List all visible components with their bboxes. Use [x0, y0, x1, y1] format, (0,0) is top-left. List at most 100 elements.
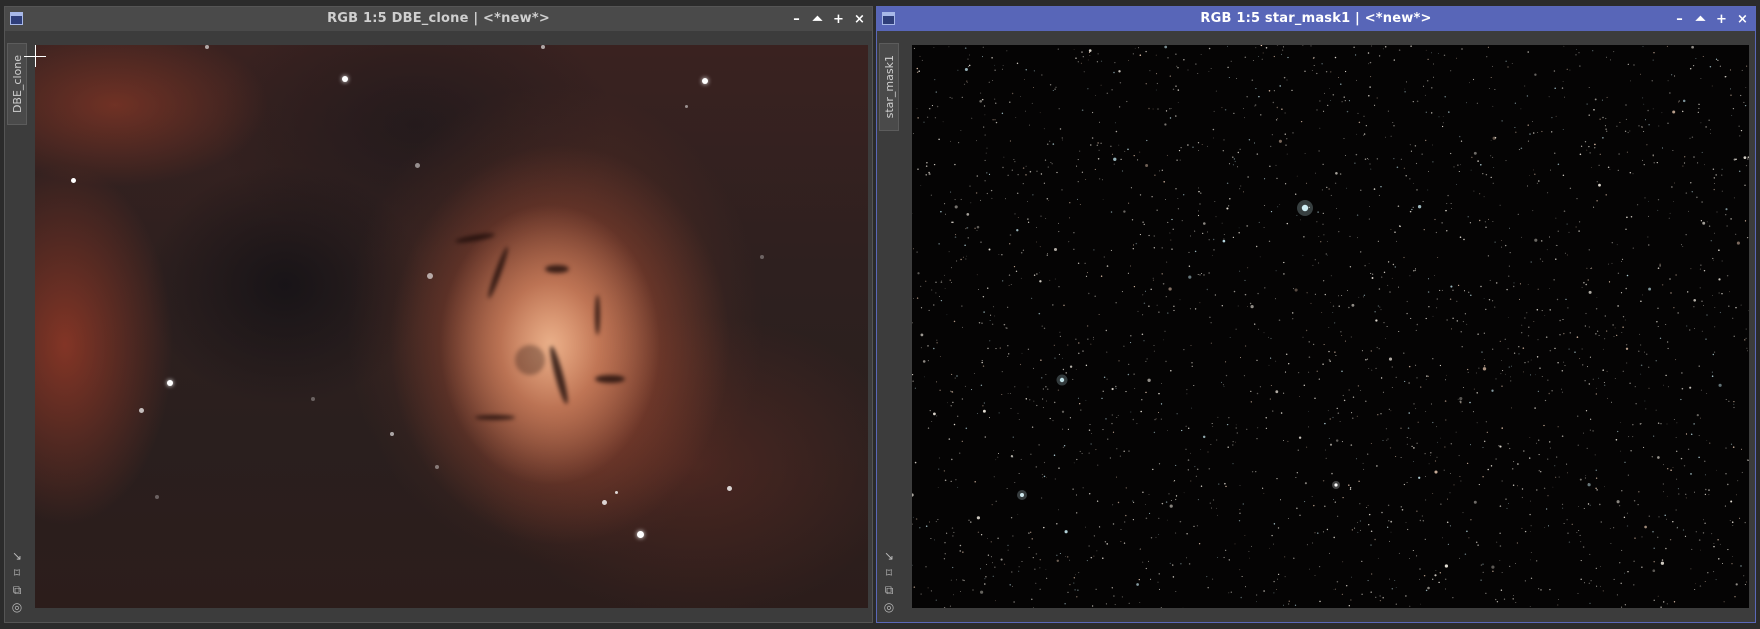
star	[1666, 341, 1669, 343]
fit-view-icon[interactable]: ⌑	[10, 566, 24, 580]
star	[1304, 70, 1306, 73]
star	[1235, 424, 1237, 426]
titlebar[interactable]: RGB 1:5 star_mask1 | <*new*> – ⏶ + ×	[877, 7, 1755, 31]
star	[1106, 92, 1109, 95]
star	[1014, 213, 1016, 215]
new-window-icon[interactable]: ⧉	[882, 583, 896, 597]
star	[1589, 418, 1592, 420]
star	[1093, 535, 1095, 537]
image-window-star-mask1[interactable]: RGB 1:5 star_mask1 | <*new*> – ⏶ + × sta…	[876, 6, 1756, 623]
star	[1411, 445, 1413, 448]
star	[1111, 89, 1113, 91]
star	[1693, 298, 1697, 302]
arrow-tool-icon[interactable]: ↘	[10, 549, 24, 563]
target-icon[interactable]: ◎	[10, 600, 24, 614]
arrow-tool-icon[interactable]: ↘	[882, 549, 896, 563]
star	[1009, 234, 1012, 236]
star	[1460, 331, 1462, 333]
star	[1378, 348, 1380, 350]
star	[1400, 427, 1402, 429]
star	[1662, 483, 1664, 485]
star	[1371, 45, 1372, 47]
star	[1247, 267, 1249, 269]
fit-view-icon[interactable]: ⌑	[882, 566, 896, 580]
star	[1735, 583, 1738, 586]
star	[1589, 602, 1591, 605]
star	[1407, 528, 1409, 531]
star	[1308, 410, 1309, 412]
star	[1588, 290, 1592, 294]
star	[1344, 100, 1346, 102]
star	[1328, 350, 1330, 353]
window-icon[interactable]	[10, 12, 23, 25]
star	[1739, 517, 1741, 519]
star	[1586, 267, 1588, 269]
star	[1375, 596, 1377, 598]
star	[1616, 244, 1618, 246]
maximize-icon[interactable]: +	[830, 10, 847, 28]
star	[390, 432, 394, 436]
star	[1377, 414, 1379, 416]
star	[1304, 153, 1306, 155]
star	[1408, 382, 1410, 384]
star	[986, 564, 988, 565]
star	[1410, 317, 1412, 319]
close-icon[interactable]: ×	[1734, 10, 1751, 28]
close-icon[interactable]: ×	[851, 10, 868, 28]
window-icon[interactable]	[882, 12, 895, 25]
star	[1745, 87, 1747, 88]
star	[958, 142, 960, 144]
star	[1403, 483, 1406, 486]
star	[1029, 399, 1031, 401]
star	[1227, 205, 1230, 207]
image-viewport[interactable]	[35, 45, 868, 608]
star	[1653, 599, 1655, 601]
star	[1700, 264, 1702, 266]
star	[1456, 57, 1457, 59]
star	[983, 311, 985, 313]
new-window-icon[interactable]: ⧉	[10, 583, 24, 597]
star	[1046, 252, 1049, 255]
star	[1648, 215, 1649, 217]
star	[1701, 201, 1703, 203]
star	[1020, 277, 1022, 279]
star	[965, 427, 968, 430]
image-window-dbe-clone[interactable]: RGB 1:5 DBE_clone | <*new*> – ⏶ + × DBE_…	[4, 6, 873, 623]
shade-icon[interactable]: ⏶	[809, 10, 826, 28]
star	[1416, 323, 1419, 326]
target-icon[interactable]: ◎	[882, 600, 896, 614]
star	[1120, 529, 1122, 530]
star	[1056, 554, 1058, 556]
maximize-icon[interactable]: +	[1713, 10, 1730, 28]
star	[1594, 143, 1596, 146]
star	[1732, 317, 1734, 319]
star	[1127, 373, 1130, 376]
star	[1698, 107, 1700, 109]
star	[1545, 508, 1548, 510]
titlebar[interactable]: RGB 1:5 DBE_clone | <*new*> – ⏶ + ×	[5, 7, 872, 31]
star	[1089, 55, 1091, 56]
star	[1483, 358, 1485, 361]
star	[1128, 450, 1130, 452]
star	[1200, 485, 1203, 487]
star	[1272, 101, 1274, 104]
minimize-icon[interactable]: –	[788, 10, 805, 28]
star	[1017, 217, 1019, 218]
star	[968, 519, 970, 521]
star	[1341, 294, 1343, 297]
star	[1274, 298, 1277, 300]
star	[1700, 220, 1703, 222]
star	[980, 534, 983, 536]
star	[1639, 344, 1642, 346]
star	[1740, 94, 1742, 97]
shade-icon[interactable]: ⏶	[1692, 10, 1709, 28]
minimize-icon[interactable]: –	[1671, 10, 1688, 28]
view-tab-star-mask1[interactable]: star_mask1	[879, 43, 899, 131]
star	[1703, 519, 1704, 521]
star	[1518, 353, 1520, 355]
star	[1050, 162, 1052, 164]
star	[1627, 132, 1629, 134]
star	[1001, 68, 1003, 70]
image-viewport[interactable]	[912, 45, 1749, 608]
star	[1186, 393, 1188, 395]
